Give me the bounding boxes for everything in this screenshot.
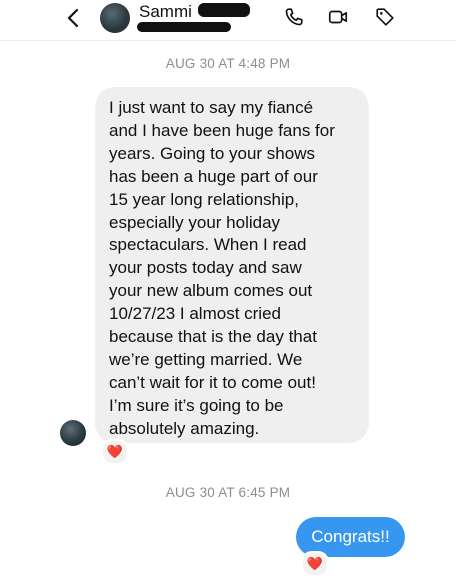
contact-name[interactable]: Sammi [139,2,192,22]
tag-icon[interactable] [374,6,396,28]
phone-icon[interactable] [283,6,305,28]
redacted-username [137,22,231,32]
video-camera-icon[interactable] [327,6,349,28]
heart-reaction[interactable]: ❤️ [101,439,129,465]
avatar-image-detail [107,13,123,22]
contact-avatar[interactable] [100,3,130,33]
chat-header: Sammi [0,0,456,41]
heart-reaction[interactable]: ❤️ [301,551,329,577]
message-timestamp: AUG 30 AT 6:45 PM [165,485,291,500]
incoming-message-bubble[interactable]: I just want to say my fiancé and I have … [95,87,369,443]
redacted-surname [198,3,250,17]
sender-avatar[interactable] [60,420,86,446]
message-timestamp: AUG 30 AT 4:48 PM [165,56,291,71]
back-arrow-icon[interactable] [63,7,85,29]
